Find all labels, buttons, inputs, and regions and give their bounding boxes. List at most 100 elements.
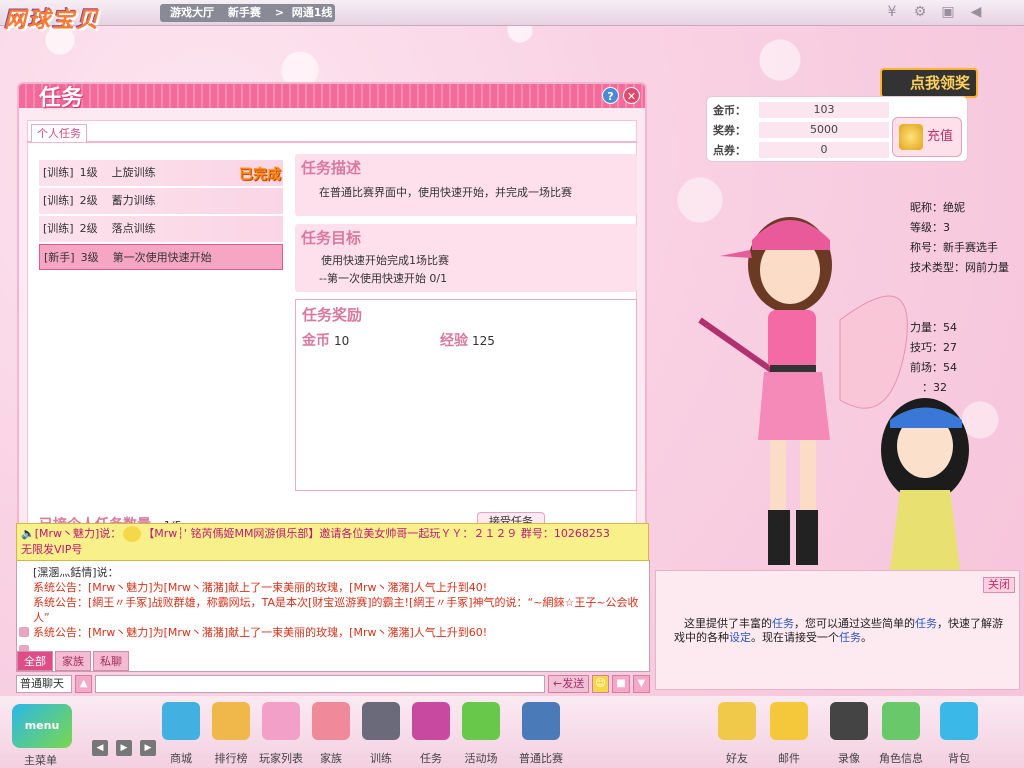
- leg-right: [800, 440, 816, 510]
- toolbar-player-list-button[interactable]: 玩家列表: [258, 698, 304, 765]
- toolbar-label: 好友: [726, 752, 748, 765]
- recharge-button[interactable]: 充值: [892, 117, 962, 157]
- points-row: 点券： 0: [713, 142, 889, 158]
- helper-keyword-task[interactable]: 任务: [839, 631, 861, 644]
- toolbar-family-button[interactable]: 家族: [308, 698, 354, 765]
- task-item[interactable]: [新手] 3级 第一次使用快速开始: [39, 244, 283, 270]
- breadcrumb-rookie[interactable]: 新手赛: [228, 6, 261, 19]
- chat-option-icon[interactable]: ■: [612, 675, 630, 693]
- toolbar-label: 背包: [948, 752, 970, 765]
- helper-keyword-task[interactable]: 任务: [915, 617, 937, 630]
- gold-row: 金币： 103: [713, 102, 889, 118]
- task-description-title: 任务描述: [301, 159, 362, 177]
- announce-sender: [Mrw丶魅力]说：: [34, 527, 122, 540]
- task-goal-box: 任务目标 使用快速开始完成1场比赛 --第一次使用快速开始 0/1: [295, 224, 637, 292]
- helper-text-2: ，您可以通过这些简单的: [794, 617, 915, 630]
- gold-value: 103: [759, 102, 889, 118]
- tab-personal-task[interactable]: 个人任务: [31, 124, 87, 142]
- toolbar-activity-button[interactable]: 活动场: [458, 698, 504, 765]
- cap: [752, 220, 830, 250]
- announce-message: 【Mrw┆' 铭芮傌姬MM网游俱乐部】邀请各位美女帅哥一起玩ＹＹ：２１２９ 群号…: [143, 527, 610, 540]
- window-icon[interactable]: ▣: [940, 4, 956, 20]
- menu-icon: menu: [12, 704, 72, 748]
- chat-messages: [潶溷灬銛情]说： 系统公告：[Mrw丶魅力]为[Mrw丶潴潴]献上了一束美丽的玫…: [33, 565, 645, 640]
- task-name: 上旋训练: [111, 166, 156, 179]
- coins-icon: [899, 124, 923, 150]
- task-description-box: 任务描述 在普通比赛界面中，使用快速开始，并完成一场比赛: [295, 154, 637, 216]
- chat-tab-family[interactable]: 家族: [55, 651, 91, 671]
- helper-text-1: 这里提供了丰富的: [684, 617, 772, 630]
- main-menu-button[interactable]: menu: [6, 698, 78, 756]
- task-reward-title: 任务奖励: [302, 306, 363, 324]
- task-level: 2级: [79, 222, 98, 235]
- toolbar-label: 家族: [320, 752, 342, 765]
- chat-message: 系统公告：[Mrw丶魅力]为[Mrw丶潴潴]献上了一束美丽的玫瑰，[Mrw丶潴潴…: [33, 581, 488, 594]
- task-window-header: 任务 ? ✕: [19, 84, 645, 111]
- task-description-text: 在普通比赛界面中，使用快速开始，并完成一场比赛: [319, 186, 572, 199]
- toolbar-label: 角色信息: [879, 752, 923, 765]
- recharge-label: 充值: [926, 129, 953, 144]
- toolbar-label: 普通比赛: [519, 752, 563, 765]
- helper-keyword-task[interactable]: 任务: [772, 617, 794, 630]
- shop-icon: [162, 702, 200, 740]
- toolbar-friends-button[interactable]: 好友: [714, 698, 760, 765]
- task-item[interactable]: [训练] 1级 上旋训练 已完成: [39, 160, 283, 186]
- toolbar-training-button[interactable]: 训练: [358, 698, 404, 765]
- toolbar-mail-button[interactable]: 邮件: [766, 698, 812, 765]
- task-window-title: 任务: [39, 86, 84, 111]
- toolbar-label: 任务: [420, 752, 442, 765]
- currency-panel: 金币： 103 奖券： 5000 点券： 0 充值: [706, 96, 968, 162]
- boot-left: [768, 510, 790, 565]
- toolbar-task-button[interactable]: 任务: [408, 698, 454, 765]
- game-logo: 网球宝贝: [4, 7, 101, 33]
- toolbar-label: 录像: [838, 752, 860, 765]
- send-button[interactable]: ←发送: [548, 675, 589, 693]
- chat-channel-select[interactable]: 普通聊天: [16, 675, 72, 693]
- toolbar-shop-button[interactable]: 商城: [158, 698, 204, 765]
- toolbar-scroll-left-icon[interactable]: ◀: [92, 740, 108, 756]
- task-item[interactable]: [训练] 2级 落点训练: [39, 216, 283, 242]
- reward-exp-label: 经验: [440, 333, 468, 349]
- toolbar-label: 邮件: [778, 752, 800, 765]
- toolbar-scroll-mid-icon[interactable]: ▶: [116, 740, 132, 756]
- chat-collapse-icon[interactable]: ▼: [632, 675, 650, 693]
- points-label: 点券：: [713, 144, 746, 157]
- chat-input[interactable]: [95, 675, 546, 693]
- gear-icon[interactable]: ⚙: [912, 4, 928, 20]
- reward-gold-value: 10: [334, 334, 350, 348]
- breadcrumb-lobby[interactable]: 游戏大厅: [170, 6, 214, 19]
- chat-tabs: 全部 家族 私聊: [17, 651, 129, 671]
- claim-reward-button[interactable]: 点我领奖: [880, 68, 978, 98]
- toolbar-replay-button[interactable]: 录像: [826, 698, 872, 765]
- toolbar-ranking-button[interactable]: 排行榜: [208, 698, 254, 765]
- help-icon[interactable]: ?: [602, 87, 619, 104]
- shirt: [768, 310, 816, 370]
- back-arrow-icon[interactable]: ◀: [968, 4, 984, 20]
- task-list: [训练] 1级 上旋训练 已完成 [训练] 2级 蓄力训练 [训练] 2级 落点训练 [新手] 3级第…: [39, 160, 283, 272]
- emoticon-icon[interactable]: ☺: [591, 675, 610, 693]
- task-level: 3级: [80, 251, 99, 264]
- tab-divider: [27, 141, 637, 143]
- task-name: 蓄力训练: [111, 194, 156, 207]
- activity-icon: [462, 702, 500, 740]
- toolbar-normal-match-button[interactable]: 普通比赛: [518, 698, 564, 765]
- task-level: 2级: [79, 194, 98, 207]
- chat-tab-private[interactable]: 私聊: [93, 651, 129, 671]
- channel-up-icon[interactable]: ▲: [74, 675, 93, 693]
- training-icon: [362, 702, 400, 740]
- boot-right: [796, 510, 818, 565]
- chat-tab-all[interactable]: 全部: [17, 651, 53, 671]
- toolbar-label: 玩家列表: [259, 752, 303, 765]
- chat-scroll-up-icon[interactable]: [19, 627, 29, 637]
- close-icon[interactable]: ✕: [623, 87, 640, 104]
- toolbar-backpack-button[interactable]: 背包: [936, 698, 982, 765]
- task-item[interactable]: [训练] 2级 蓄力训练: [39, 188, 283, 214]
- toolbar-scroll-right-icon[interactable]: ▶: [140, 740, 156, 756]
- toolbar-character-info-button[interactable]: 角色信息: [878, 698, 924, 765]
- task-window: 任务 ? ✕ 个人任务 [训练] 1级 上旋训练 已完成 [训练] 2级 蓄力训练 [训练] 2…: [17, 82, 647, 530]
- helper-keyword-settings[interactable]: 设定: [729, 631, 751, 644]
- helper-close-button[interactable]: 关闭: [983, 577, 1015, 593]
- yen-icon[interactable]: ¥: [884, 4, 900, 20]
- chat-message: [潶溷灬銛情]说：: [33, 566, 119, 579]
- top-bar: 游戏大厅 新手赛 > 网通1线 ¥ ⚙ ▣ ◀: [0, 0, 1024, 26]
